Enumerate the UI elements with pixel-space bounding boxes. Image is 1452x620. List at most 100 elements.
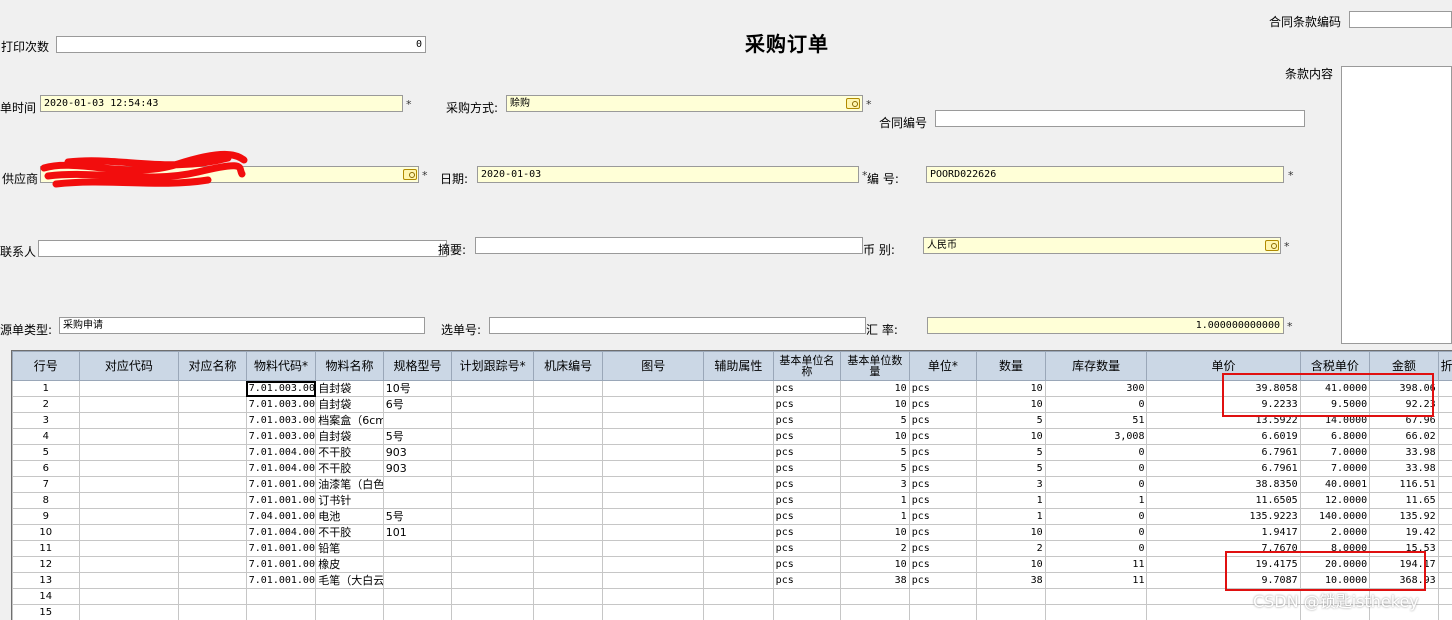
table-cell[interactable]: 2.0000 [1300, 525, 1370, 541]
table-cell[interactable] [179, 605, 247, 620]
table-cell[interactable]: 5 [841, 461, 910, 477]
table-cell[interactable] [452, 397, 534, 413]
table-cell[interactable] [704, 397, 774, 413]
table-cell[interactable]: pcs [773, 557, 841, 573]
column-header[interactable]: 数量 [977, 352, 1046, 381]
table-cell[interactable]: 橡皮 [316, 557, 384, 573]
table-cell[interactable]: 7.01.003.00 [246, 429, 316, 445]
table-cell[interactable]: 14 [13, 589, 80, 605]
table-cell[interactable]: 903 [383, 445, 452, 461]
table-cell[interactable] [79, 573, 179, 589]
table-cell[interactable]: 7.01.004.00 [246, 461, 316, 477]
table-cell[interactable] [79, 605, 179, 620]
column-header[interactable]: 物料名称 [316, 352, 384, 381]
table-cell[interactable]: 6.8000 [1300, 429, 1370, 445]
table-cell[interactable] [603, 589, 704, 605]
table-cell[interactable]: pcs [909, 429, 977, 445]
table-cell[interactable] [179, 413, 247, 429]
table-cell[interactable] [383, 493, 452, 509]
table-cell[interactable] [452, 429, 534, 445]
table-cell[interactable] [533, 589, 603, 605]
table-cell[interactable]: 13 [13, 573, 80, 589]
table-cell[interactable]: 0 [1438, 477, 1452, 493]
lookup-icon[interactable] [403, 169, 417, 180]
table-cell[interactable]: pcs [909, 445, 977, 461]
table-cell[interactable]: 0 [1438, 461, 1452, 477]
table-cell[interactable] [533, 493, 603, 509]
table-cell[interactable] [704, 557, 774, 573]
column-header[interactable]: 库存数量 [1045, 352, 1147, 381]
table-cell[interactable]: 1 [841, 493, 910, 509]
table-cell[interactable]: 7.01.003.00 [246, 397, 316, 413]
table-cell[interactable]: 1 [977, 509, 1046, 525]
column-header[interactable]: 物料代码* [246, 352, 316, 381]
table-cell[interactable]: 档案盒（6cm [316, 413, 384, 429]
table-cell[interactable]: 7.01.003.00 [246, 413, 316, 429]
table-cell[interactable]: 4 [13, 429, 80, 445]
table-cell[interactable]: 毛笔（大白云 [316, 573, 384, 589]
table-cell[interactable]: pcs [909, 413, 977, 429]
table-cell[interactable]: pcs [909, 461, 977, 477]
table-cell[interactable]: 10 [977, 557, 1046, 573]
column-header[interactable]: 辅助属性 [704, 352, 774, 381]
table-cell[interactable]: 订书针 [316, 493, 384, 509]
table-cell[interactable]: 7 [13, 477, 80, 493]
select-no-field[interactable] [489, 317, 866, 334]
table-cell[interactable]: 不干胶 [316, 461, 384, 477]
table-cell[interactable] [533, 445, 603, 461]
table-cell[interactable] [179, 509, 247, 525]
table-cell[interactable] [179, 525, 247, 541]
table-cell[interactable] [452, 605, 534, 620]
table-cell[interactable] [773, 589, 841, 605]
number-field[interactable]: POORD022626 [926, 166, 1284, 183]
table-cell[interactable]: 0 [1045, 397, 1147, 413]
table-cell[interactable]: pcs [773, 541, 841, 557]
table-cell[interactable] [704, 605, 774, 620]
table-cell[interactable] [383, 477, 452, 493]
contract-no-field[interactable] [935, 110, 1305, 127]
table-cell[interactable]: 116.51 [1370, 477, 1439, 493]
table-cell[interactable]: 10 [977, 429, 1046, 445]
table-cell[interactable]: 6 [13, 461, 80, 477]
table-cell[interactable] [704, 477, 774, 493]
table-cell[interactable] [179, 589, 247, 605]
table-cell[interactable]: 6.7961 [1147, 445, 1300, 461]
table-cell[interactable]: 5 [977, 461, 1046, 477]
table-cell[interactable] [704, 589, 774, 605]
table-cell[interactable] [704, 493, 774, 509]
table-cell[interactable] [977, 605, 1046, 620]
table-row[interactable]: 77.01.001.00油漆笔（白色pcs3pcs3038.835040.000… [13, 477, 1452, 493]
contract-clause-code-field[interactable] [1349, 11, 1452, 28]
table-cell[interactable] [704, 525, 774, 541]
table-cell[interactable]: pcs [773, 525, 841, 541]
table-cell[interactable]: 38.8350 [1147, 477, 1300, 493]
table-cell[interactable]: 5号 [383, 429, 452, 445]
table-cell[interactable] [704, 429, 774, 445]
table-cell[interactable] [452, 381, 534, 397]
table-cell[interactable]: 铅笔 [316, 541, 384, 557]
table-cell[interactable]: 0 [1045, 445, 1147, 461]
table-cell[interactable] [704, 413, 774, 429]
column-header[interactable]: 对应名称 [179, 352, 247, 381]
table-cell[interactable]: pcs [773, 573, 841, 589]
table-cell[interactable] [246, 589, 316, 605]
table-cell[interactable] [383, 573, 452, 589]
table-cell[interactable] [1438, 605, 1452, 620]
table-cell[interactable] [603, 573, 704, 589]
table-cell[interactable] [179, 493, 247, 509]
table-cell[interactable] [704, 461, 774, 477]
table-cell[interactable]: 11 [13, 541, 80, 557]
table-cell[interactable]: 300 [1045, 381, 1147, 397]
table-cell[interactable]: 5 [977, 445, 1046, 461]
table-cell[interactable]: pcs [773, 461, 841, 477]
table-cell[interactable]: 7.04.001.00 [246, 509, 316, 525]
table-cell[interactable]: pcs [909, 541, 977, 557]
table-cell[interactable]: 10 [977, 397, 1046, 413]
table-cell[interactable]: 0 [1438, 541, 1452, 557]
table-cell[interactable] [603, 397, 704, 413]
table-cell[interactable]: 10号 [383, 381, 452, 397]
table-cell[interactable]: 15 [13, 605, 80, 620]
table-cell[interactable] [603, 413, 704, 429]
table-cell[interactable] [533, 477, 603, 493]
table-cell[interactable]: 7.01.001.00 [246, 557, 316, 573]
